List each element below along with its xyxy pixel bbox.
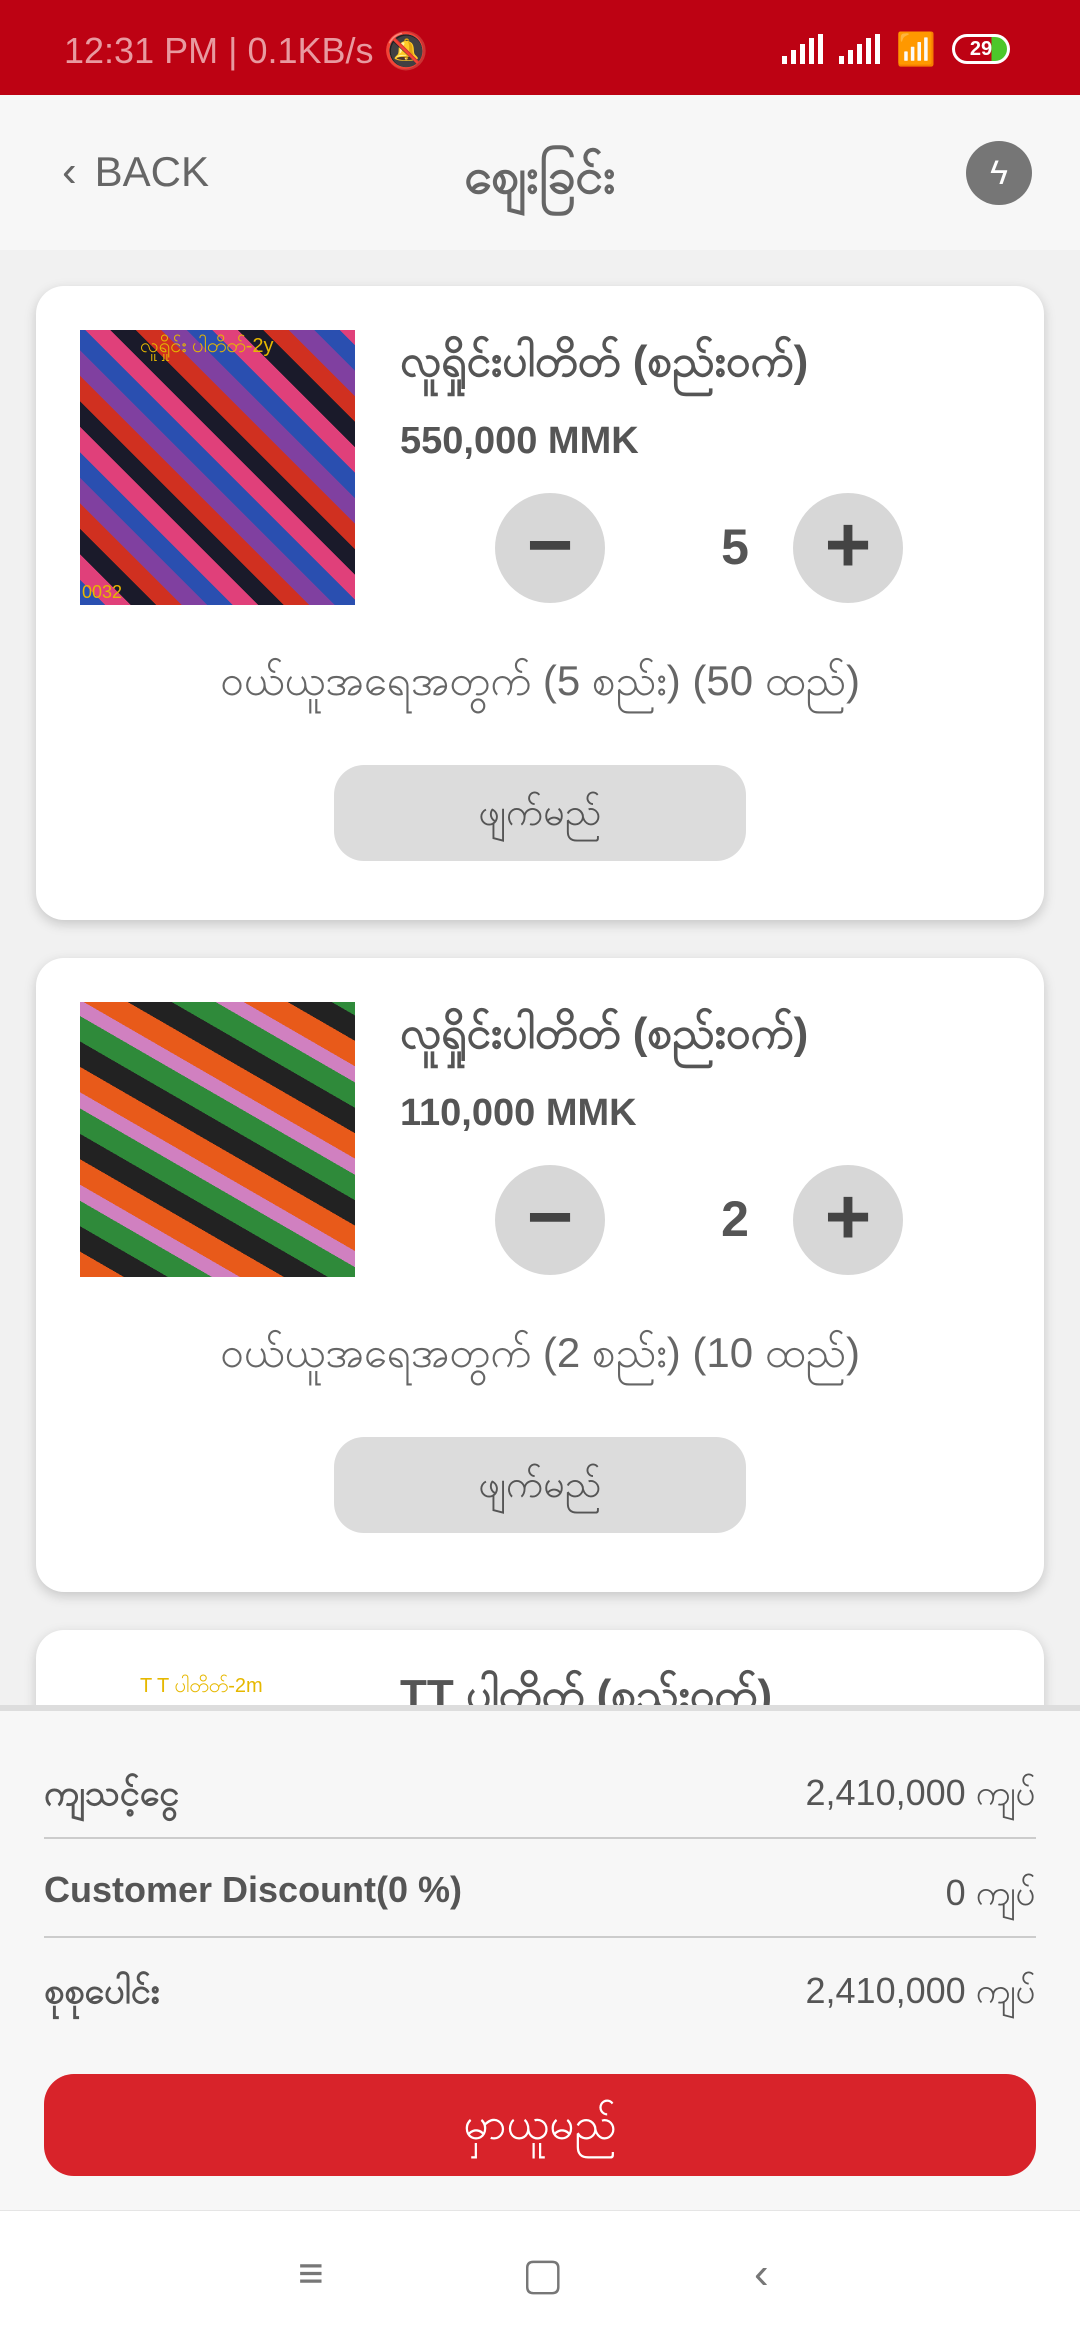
product-image [80, 1002, 355, 1277]
wifi-icon: 📶 [896, 31, 936, 67]
image-code: 0032 [82, 582, 123, 602]
decrease-button[interactable]: − [495, 493, 605, 603]
product-title: လူရှိုင်းပါတိတ် (စည်းဝက်) [400, 1009, 809, 1058]
quantity-note: ဝယ်ယူအရေအတွက် (5 စည်း) (50 ထည်) [220, 657, 860, 704]
divider [44, 1936, 1036, 1938]
net-speed: 0.1KB/s [247, 30, 374, 71]
quantity-note: ဝယ်ယူအရေအတွက် (2 စည်း) (10 ထည်) [220, 1329, 860, 1376]
order-button[interactable]: မှာယူမည် [44, 2074, 1036, 2176]
total-value: 2,410,000 ကျပ် [805, 1970, 1036, 2011]
back-nav-icon[interactable]: ‹ [754, 2249, 769, 2299]
subtotal-value: 2,410,000 ကျပ် [805, 1772, 1036, 1813]
increase-button[interactable]: + [793, 493, 903, 603]
battery-icon: 29 [952, 34, 1010, 64]
product-title: လူရှိုင်းပါတိတ် (စည်းဝက်) [400, 337, 809, 386]
status-bar: 12:31 PM | 0.1KB/s 🔕 📶 29 [0, 0, 1080, 95]
system-nav-bar: ≡ ▢ ‹ [0, 2210, 1080, 2340]
decrease-button[interactable]: − [495, 1165, 605, 1275]
total-label: စုစုပေါင်း [44, 1970, 160, 2011]
bell-off-icon: 🔕 [383, 30, 429, 71]
image-label: T T ပါတိတ်-2m [140, 1675, 263, 1697]
summary-panel: ကျသင့်ငွေ 2,410,000 ကျပ် Customer Discoun… [0, 1705, 1080, 2210]
discount-value: 0 ကျပ် [945, 1872, 1036, 1913]
increase-button[interactable]: + [793, 1165, 903, 1275]
quantity: 2 [721, 1191, 749, 1247]
page-title: ဈေးခြင်း [463, 148, 616, 204]
image-label: လူရှိုင်း ပါတိတ်-2y [140, 335, 274, 357]
home-icon[interactable]: ▢ [522, 2249, 564, 2300]
cart-item: လူရှိုင်းပါတိတ် (စည်းဝက်) 110,000 MMK − … [36, 958, 1044, 1592]
subtotal-label: ကျသင့်ငွေ [44, 1772, 180, 1813]
menu-icon[interactable]: ≡ [298, 2249, 324, 2299]
product-price: 550,000 MMK [400, 420, 639, 462]
product-price: 110,000 MMK [400, 1092, 637, 1134]
messenger-icon[interactable]: ϟ [966, 141, 1032, 205]
delete-button[interactable]: ဖျက်မည် [334, 765, 746, 861]
divider [44, 1837, 1036, 1839]
quantity: 5 [721, 519, 749, 575]
time: 12:31 PM [64, 30, 219, 71]
cart-item: လူရှိုင်း ပါတိတ်-2y 0032 လူရှိုင်းပါတိတ်… [36, 286, 1044, 920]
signal-icon [839, 34, 881, 64]
signal-icon [782, 34, 824, 64]
product-image: လူရှိုင်း ပါတိတ်-2y 0032 [80, 330, 355, 605]
delete-button[interactable]: ဖျက်မည် [334, 1437, 746, 1533]
discount-label: Customer Discount(0 %) [44, 1869, 463, 1910]
header: ‹ BACK ဈေးခြင်း ϟ [0, 95, 1080, 250]
